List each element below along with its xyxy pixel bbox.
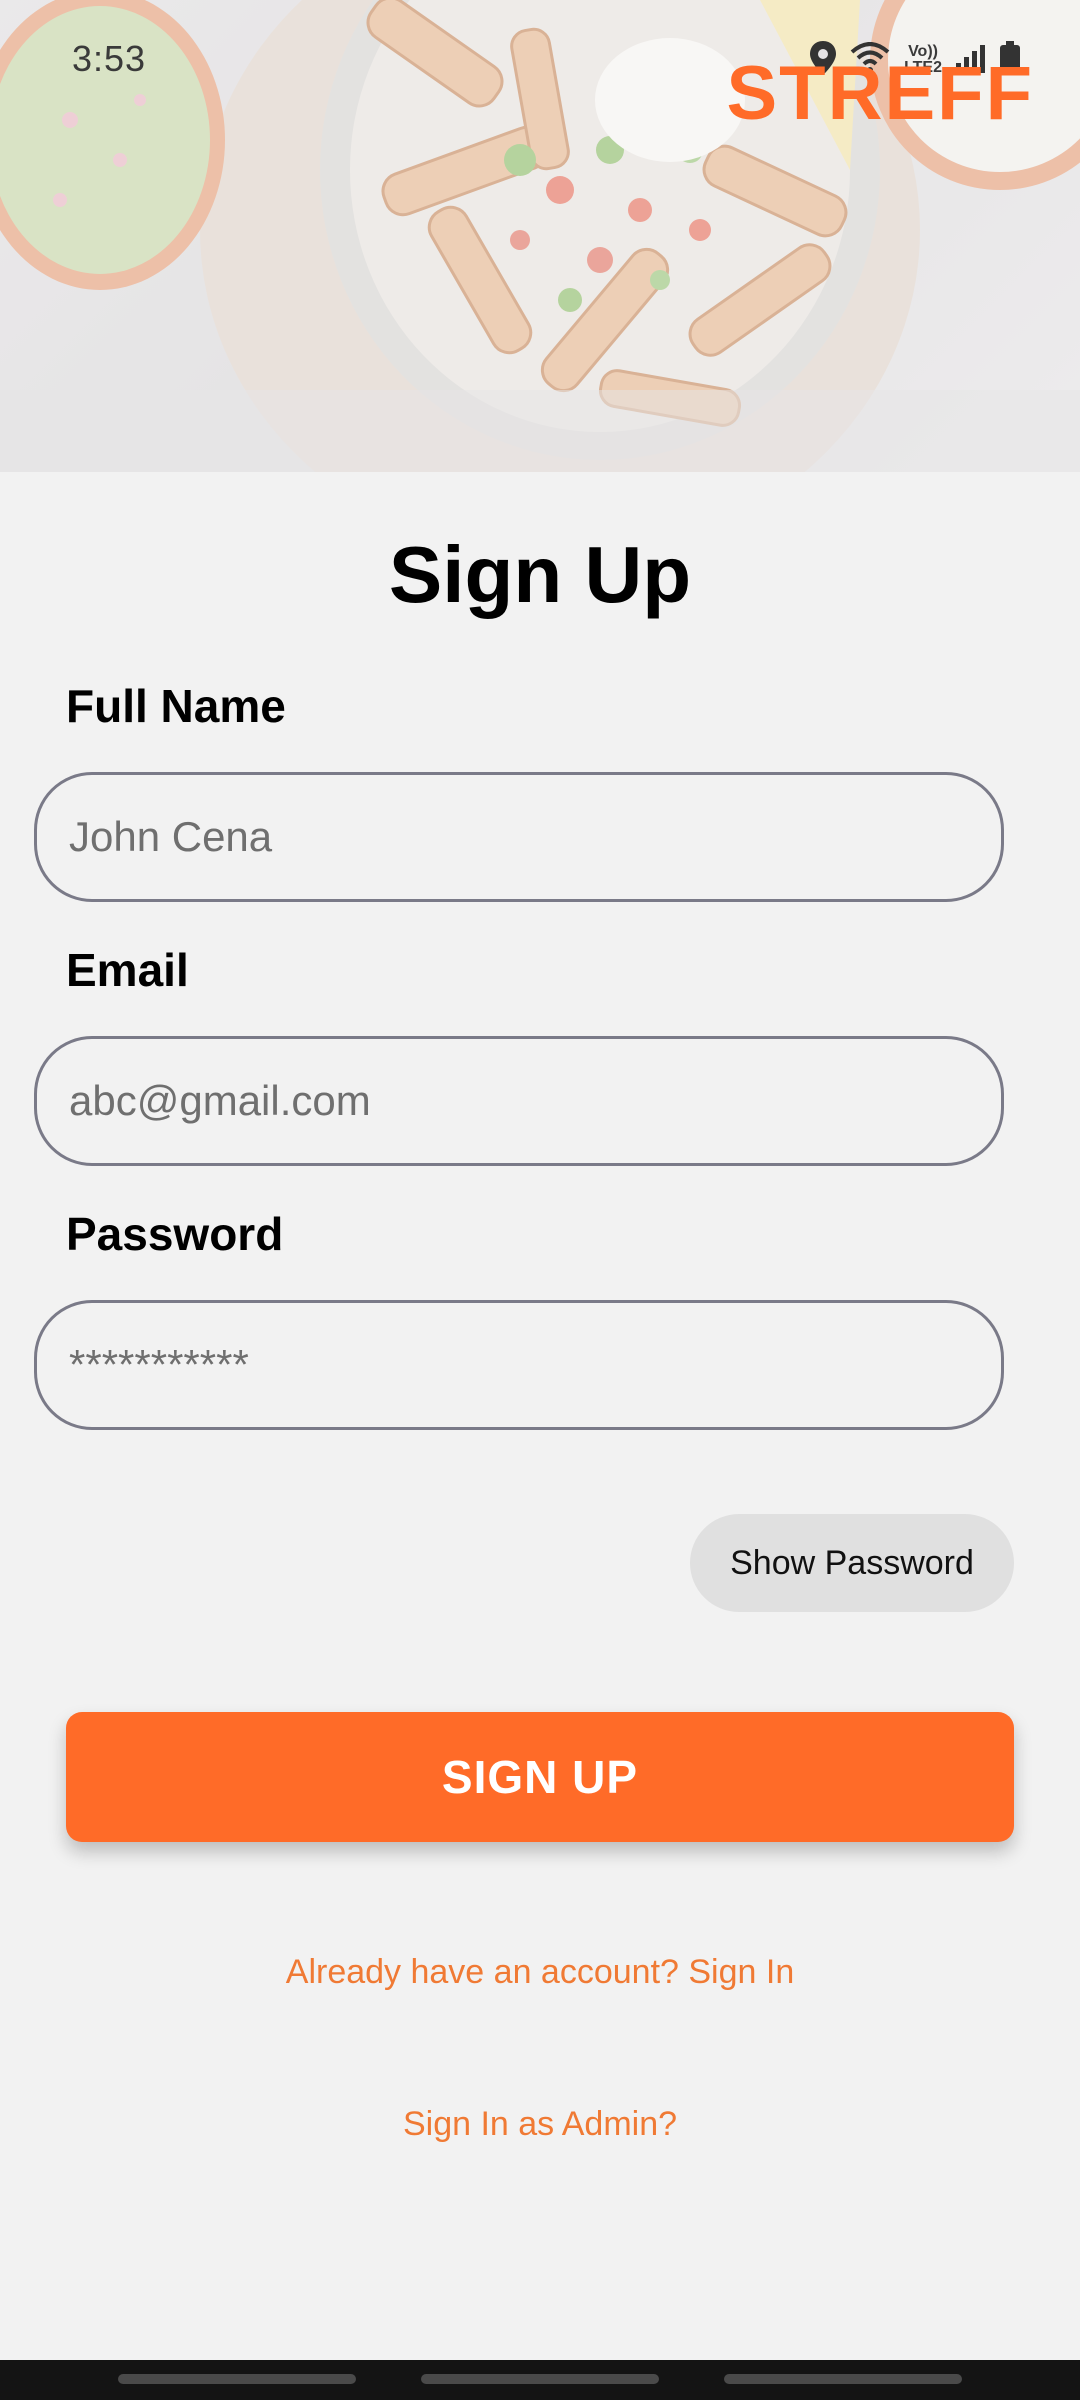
full-name-label: Full Name xyxy=(66,680,286,732)
password-input[interactable] xyxy=(34,1300,1004,1430)
show-password-button[interactable]: Show Password xyxy=(690,1514,1014,1612)
password-label: Password xyxy=(66,1208,284,1260)
full-name-input[interactable] xyxy=(34,772,1004,902)
signup-screen: 3:53 Vo)) LTE2 STREFF Sign Up Full Name … xyxy=(0,0,1080,2400)
brand-logo: STREFF xyxy=(726,51,1034,136)
sign-in-link[interactable]: Already have an account? Sign In xyxy=(0,1952,1080,1992)
status-time: 3:53 xyxy=(72,38,147,79)
nav-handle-left[interactable] xyxy=(118,2374,356,2384)
nav-handle-center[interactable] xyxy=(421,2374,659,2384)
email-input[interactable] xyxy=(34,1036,1004,1166)
sign-up-button[interactable]: SIGN UP xyxy=(66,1712,1014,1842)
admin-sign-in-link[interactable]: Sign In as Admin? xyxy=(0,2104,1080,2144)
navigation-bar xyxy=(0,2360,1080,2400)
email-label: Email xyxy=(66,944,189,996)
nav-handle-right[interactable] xyxy=(724,2374,962,2384)
page-title: Sign Up xyxy=(388,530,692,619)
